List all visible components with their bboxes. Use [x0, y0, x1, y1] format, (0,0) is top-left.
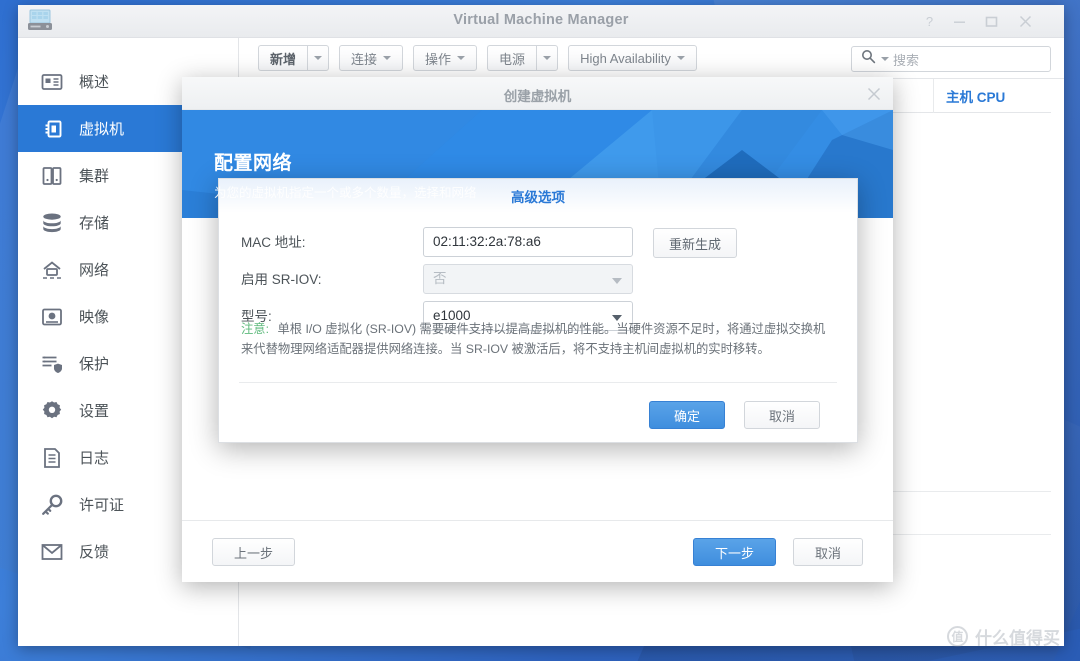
banner-heading: 配置网络 [214, 153, 293, 174]
chevron-down-icon [612, 278, 622, 284]
dialog-divider [239, 382, 837, 383]
chevron-down-icon[interactable] [881, 57, 889, 61]
previous-step-button[interactable]: 上一步 [212, 538, 296, 566]
search-icon [861, 49, 876, 69]
high-availability-label: High Availability [580, 50, 671, 66]
cluster-icon [40, 164, 64, 188]
action-button[interactable]: 操作 [413, 45, 478, 71]
sidebar-item-label: 虚拟机 [79, 121, 125, 138]
minimize-button[interactable] [944, 5, 974, 38]
create-button[interactable]: 新增 [258, 45, 330, 71]
svg-text:?: ? [925, 15, 932, 28]
sriov-label: 启用 SR-IOV: [241, 272, 322, 287]
sidebar-item-label: 集群 [79, 168, 110, 185]
gear-icon [40, 399, 64, 423]
sidebar-item-label: 网络 [79, 262, 110, 279]
close-button[interactable] [1010, 5, 1040, 38]
toolbar: 新增 连接 操作 电源 High Availability 搜索 [239, 38, 1064, 79]
banner-subtext: 为您的虚拟机指定一个或多个数量，选择和网络 [214, 186, 477, 200]
chevron-down-icon[interactable] [307, 45, 330, 71]
confirm-button[interactable]: 确定 [649, 401, 726, 429]
mac-address-row: MAC 地址: 02:11:32:2a:78:a6 [219, 227, 857, 259]
connect-button[interactable]: 连接 [339, 45, 404, 71]
chevron-down-icon [383, 56, 392, 60]
sidebar-item-label: 许可证 [79, 497, 125, 514]
mac-address-label: MAC 地址: [241, 235, 306, 250]
sidebar-item-label: 反馈 [79, 544, 110, 561]
regenerate-mac-button[interactable]: 重新生成 [653, 228, 738, 258]
sidebar-item-label: 映像 [79, 309, 110, 326]
create-vm-dialog-titlebar: 创建虚拟机 [182, 77, 893, 110]
column-header-host-cpu[interactable]: 主机 CPU [933, 79, 1080, 113]
sidebar-item-label: 保护 [79, 356, 110, 373]
sriov-row: 启用 SR-IOV: 否 [219, 264, 857, 296]
network-icon [40, 258, 64, 282]
wizard-footer: 上一步 下一步 取消 [182, 520, 893, 582]
high-availability-button[interactable]: High Availability [568, 45, 697, 71]
chevron-down-icon [676, 56, 685, 60]
create-button-main[interactable]: 新增 [258, 45, 308, 71]
create-vm-dialog-title: 创建虚拟机 [503, 89, 572, 104]
note-prefix: 注意: [241, 322, 270, 336]
power-button[interactable]: 电源 [487, 45, 559, 71]
log-icon [40, 446, 64, 470]
cancel-button[interactable]: 取消 [744, 401, 821, 429]
help-button[interactable]: ? [914, 5, 944, 38]
power-button-main[interactable]: 电源 [487, 45, 537, 71]
key-icon [40, 493, 64, 517]
image-icon [40, 305, 64, 329]
sidebar-item-label: 日志 [79, 450, 110, 467]
maximize-button[interactable] [976, 5, 1006, 38]
wizard-cancel-button[interactable]: 取消 [792, 538, 863, 566]
sriov-select: 否 [423, 264, 633, 294]
vm-icon [40, 117, 64, 141]
chevron-down-icon[interactable] [536, 45, 559, 71]
sriov-note: 注意: 单根 I/O 虚拟化 (SR-IOV) 需要硬件支持以提高虚拟机的性能。… [241, 319, 835, 360]
chevron-down-icon [457, 56, 466, 60]
feedback-icon [40, 540, 64, 564]
sidebar-item-label: 设置 [79, 403, 110, 420]
protection-icon [40, 352, 64, 376]
search-placeholder: 搜索 [893, 52, 920, 68]
sriov-value: 否 [433, 271, 447, 286]
storage-icon [40, 211, 64, 235]
banner-text-block: 配置网络 为您的虚拟机指定一个或多个数量，选择和网络 [214, 148, 477, 201]
mac-address-field[interactable]: 02:11:32:2a:78:a6 [423, 227, 633, 257]
advanced-options-dialog: 高级选项 MAC 地址: 02:11:32:2a:78:a6 启用 SR-IOV… [218, 178, 858, 443]
sidebar-item-label: 存储 [79, 215, 110, 232]
close-icon[interactable] [863, 83, 885, 105]
window-titlebar: Virtual Machine Manager ? [18, 5, 1064, 38]
note-body: 单根 I/O 虚拟化 (SR-IOV) 需要硬件支持以提高虚拟机的性能。当硬件资… [241, 322, 826, 357]
search-input[interactable]: 搜索 [851, 46, 1051, 72]
action-button-label: 操作 [425, 51, 452, 67]
overview-icon [40, 70, 64, 94]
window-title: Virtual Machine Manager [453, 12, 629, 28]
next-step-button[interactable]: 下一步 [692, 538, 776, 566]
connect-button-label: 连接 [351, 51, 378, 67]
sidebar-item-label: 概述 [79, 74, 110, 91]
